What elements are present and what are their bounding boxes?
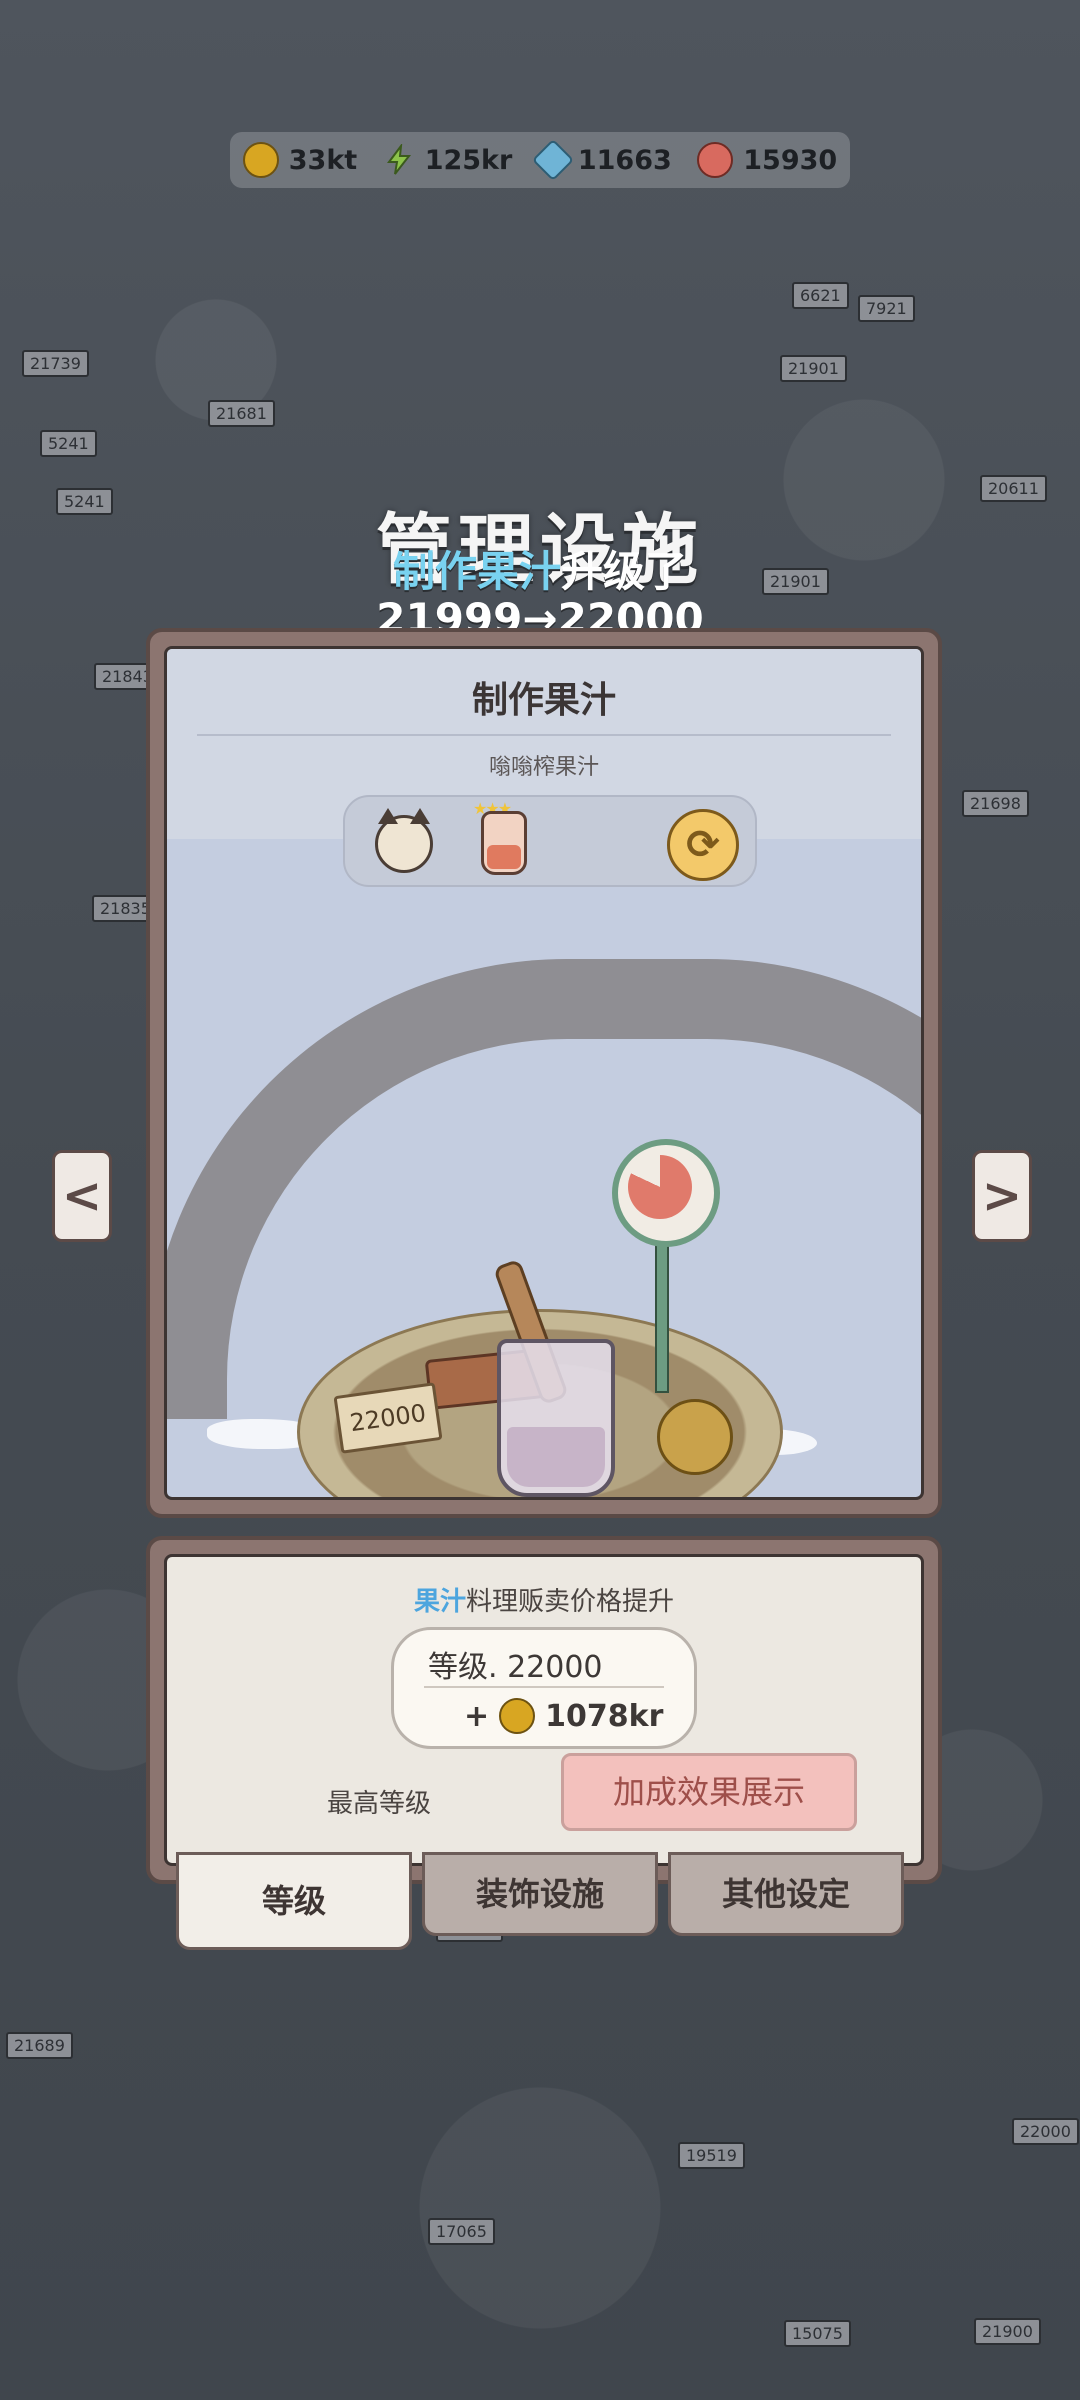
lightning-icon	[383, 142, 415, 176]
energy-resource[interactable]: 125kr	[383, 142, 513, 176]
bottle-fill	[487, 845, 521, 869]
bonus-text: 料理贩卖价格提升	[466, 1587, 675, 1617]
background-sign: 21698	[962, 790, 1029, 817]
upgrade-suffix: 升级了	[561, 547, 688, 596]
facility-name: 制作果汁	[471, 680, 616, 721]
cat-staff-icon[interactable]	[375, 808, 433, 873]
upgrade-message: 制作果汁升级了	[0, 538, 1080, 599]
tab-decoration[interactable]: 装饰设施	[422, 1852, 658, 1936]
wooden-stool	[657, 1399, 733, 1475]
energy-amount: 125kr	[424, 144, 513, 176]
tab-level[interactable]: 等级	[176, 1852, 412, 1950]
background-sign: 22000	[1012, 2118, 1079, 2145]
facility-card: 22000 制作果汁 嗡嗡榨果汁 ★★★ ⟳	[146, 628, 942, 1518]
background-sign: 17065	[428, 2218, 495, 2245]
previous-facility-button[interactable]: <	[52, 1150, 112, 1242]
facility-card-inner: 22000 制作果汁 嗡嗡榨果汁 ★★★ ⟳	[164, 646, 924, 1500]
gem-icon	[531, 138, 575, 182]
tab-other-settings[interactable]: 其他设定	[668, 1852, 904, 1936]
juice-fill	[507, 1427, 605, 1487]
reward-value: + 1078kr	[464, 1698, 663, 1734]
upgrade-facility-name: 制作果汁	[392, 547, 561, 596]
bonus-description: 果汁料理贩卖价格提升	[167, 1581, 921, 1618]
max-level-label: 最高等级	[327, 1789, 432, 1819]
juice-bottle-icon[interactable]	[481, 811, 527, 875]
facility-scene[interactable]: 22000	[167, 839, 921, 1497]
reward-prefix: +	[464, 1698, 490, 1734]
coin-amount: 33kt	[288, 144, 358, 176]
gem-resource[interactable]: 11663	[531, 138, 672, 182]
background-sign: 21739	[22, 350, 89, 377]
coin-icon	[242, 142, 279, 178]
tab-bar: 等级 装饰设施 其他设定	[176, 1852, 906, 1950]
background-sign: 19519	[678, 2142, 745, 2169]
reward-amount: 1078kr	[545, 1698, 664, 1734]
timer-dial	[612, 1139, 720, 1247]
background-sign: 5241	[40, 430, 97, 457]
bonus-highlight: 果汁	[413, 1587, 466, 1617]
timer-progress	[628, 1155, 692, 1219]
background-sign: 21901	[780, 355, 847, 382]
coin-icon	[499, 1698, 536, 1734]
refresh-button[interactable]: ⟳	[667, 809, 739, 881]
meat-icon	[697, 142, 734, 178]
background-sign: 21689	[6, 2032, 73, 2059]
juice-glass	[497, 1339, 615, 1497]
coin-resource[interactable]: 33kt	[242, 142, 358, 178]
background-sign: 21900	[974, 2318, 1041, 2345]
background-sign: 7921	[858, 295, 915, 322]
background-sign: 15075	[784, 2320, 851, 2347]
info-panel: 果汁料理贩卖价格提升 等级. 22000 + 1078kr 最高等级 加成效果展…	[146, 1536, 942, 1884]
info-panel-inner: 果汁料理贩卖价格提升 等级. 22000 + 1078kr 最高等级 加成效果展…	[164, 1554, 924, 1866]
gem-amount: 11663	[577, 144, 672, 176]
header-divider	[197, 734, 891, 736]
facility-subtitle: 嗡嗡榨果汁	[488, 755, 599, 780]
level-box: 等级. 22000 + 1078kr	[391, 1627, 697, 1749]
next-facility-button[interactable]: >	[972, 1150, 1032, 1242]
show-bonus-effect-button[interactable]: 加成效果展示	[561, 1753, 857, 1831]
level-label: 等级. 22000	[428, 1650, 603, 1685]
meat-resource[interactable]: 15930	[697, 142, 837, 178]
background-sign: 21681	[208, 400, 275, 427]
resource-bar: 33kt 125kr 11663 15930	[230, 132, 850, 188]
level-divider	[424, 1686, 664, 1688]
background-sign: 6621	[792, 282, 849, 309]
staff-strip: ★★★ ⟳	[343, 795, 757, 887]
meat-amount: 15930	[743, 144, 838, 176]
